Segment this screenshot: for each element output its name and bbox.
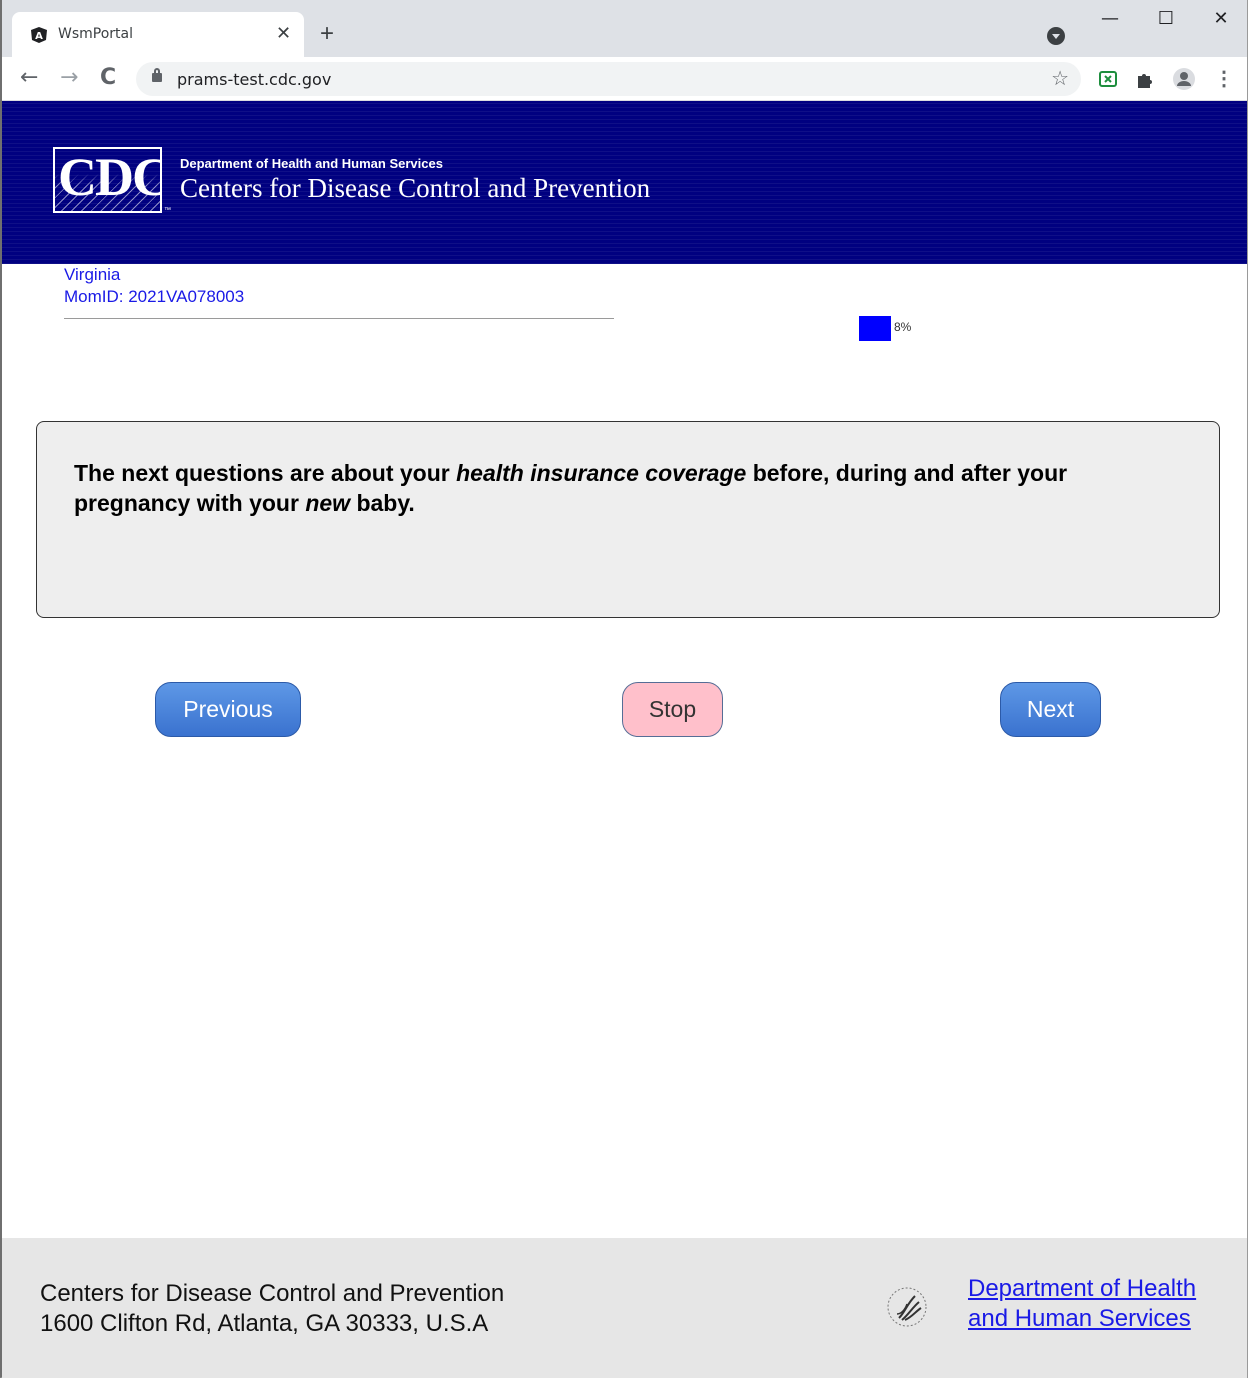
tab-strip: A WsmPortal ✕ + — ☐ ✕ <box>2 0 1247 57</box>
question-emphasis: new <box>305 490 351 516</box>
next-button[interactable]: Next <box>1000 682 1101 737</box>
hhs-link[interactable]: Department of Health and Human Services <box>968 1274 1196 1334</box>
tab-search-icon[interactable] <box>1047 27 1065 45</box>
close-window-button[interactable]: ✕ <box>1206 8 1236 29</box>
footer-address: 1600 Clifton Rd, Atlanta, GA 30333, U.S.… <box>40 1310 489 1337</box>
reload-button[interactable]: C <box>100 65 116 90</box>
browser-menu-icon[interactable]: ⋮ <box>1213 68 1235 90</box>
maximize-button[interactable]: ☐ <box>1151 8 1181 29</box>
url-text[interactable]: prams-test.cdc.gov <box>177 70 331 89</box>
tab-title: WsmPortal <box>58 26 133 42</box>
state-label: Virginia <box>64 265 121 284</box>
browser-tab[interactable]: A WsmPortal ✕ <box>12 12 304 57</box>
footer-agency: Centers for Disease Control and Preventi… <box>40 1280 505 1307</box>
new-tab-button[interactable]: + <box>320 22 334 46</box>
agency-name: Centers for Disease Control and Preventi… <box>180 173 651 203</box>
mom-id-label: MomID: 2021VA078003 <box>64 287 245 306</box>
question-text: The next questions are about your health… <box>74 458 1174 518</box>
profile-avatar-icon[interactable] <box>1173 68 1195 90</box>
address-bar[interactable]: prams-test.cdc.gov ☆ <box>136 62 1081 96</box>
question-panel: The next questions are about your health… <box>36 421 1220 618</box>
question-text-part: baby. <box>350 490 415 516</box>
lock-icon[interactable] <box>152 68 162 82</box>
cdc-header: CDC ™ Department of Health and Human Ser… <box>2 101 1247 264</box>
stop-button[interactable]: Stop <box>622 682 723 737</box>
cdc-logo-text: CDC <box>58 147 162 207</box>
page-footer: Centers for Disease Control and Preventi… <box>2 1238 1247 1378</box>
progress-bar <box>859 316 891 341</box>
browser-toolbar: ← → C prams-test.cdc.gov ☆ <box>2 57 1247 101</box>
svg-text:A: A <box>35 31 43 42</box>
angular-icon: A <box>31 27 47 43</box>
department-text: Department of Health and Human Services <box>180 156 443 171</box>
trademark-mark: ™ <box>164 207 171 214</box>
previous-button[interactable]: Previous <box>155 682 301 737</box>
minimize-button[interactable]: — <box>1095 8 1125 29</box>
cdc-logo: CDC <box>53 147 162 213</box>
progress-label: 8% <box>894 320 912 334</box>
close-tab-icon[interactable]: ✕ <box>276 23 291 44</box>
question-text-part: The next questions are about your <box>74 460 457 486</box>
hhs-link-line1[interactable]: Department of Health <box>968 1274 1196 1304</box>
puzzle-icon[interactable] <box>1134 68 1156 90</box>
divider <box>64 318 614 319</box>
extension-icon[interactable] <box>1097 68 1119 90</box>
hhs-eagle-icon <box>887 1287 927 1327</box>
browser-window: A WsmPortal ✕ + — ☐ ✕ ← → C prams-test.c… <box>0 0 1248 1378</box>
back-button[interactable]: ← <box>20 65 38 90</box>
hhs-link-line2[interactable]: and Human Services <box>968 1304 1196 1334</box>
bookmark-star-icon[interactable]: ☆ <box>1051 66 1069 91</box>
question-emphasis: health insurance coverage <box>456 460 747 486</box>
forward-button[interactable]: → <box>60 65 78 90</box>
